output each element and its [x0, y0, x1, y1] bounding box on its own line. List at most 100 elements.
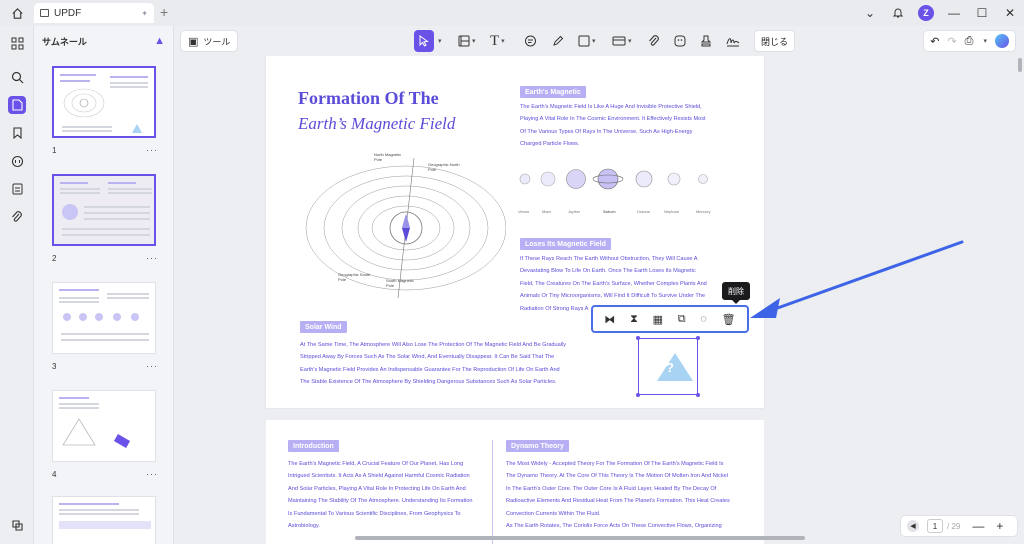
thumbnail-page-2[interactable] — [52, 174, 156, 246]
layers-icon[interactable] — [8, 516, 26, 534]
bookmark-icon[interactable] — [8, 124, 26, 142]
sticker-tool-button[interactable] — [674, 30, 686, 52]
image-edit-toolbar: ⧓ ⧗ ▦ ⧉ ◌ 🗑 — [591, 305, 749, 333]
thumbnail-page-5[interactable] — [52, 496, 156, 544]
thumbnail-more-button[interactable]: ··· — [146, 253, 158, 263]
shape-tool-button[interactable]: ▾ — [578, 30, 596, 52]
crop-icon[interactable]: ▦ — [653, 313, 663, 326]
horizontal-scrollbar[interactable] — [355, 536, 805, 540]
resize-handle[interactable] — [636, 393, 640, 397]
text-tool-button[interactable]: T ▾ — [490, 30, 505, 52]
save-icon[interactable]: ⎙ — [965, 35, 974, 48]
north-magnetic-pole-label: North Magnetic Pole — [374, 152, 402, 162]
stamp-tool-button[interactable] — [700, 30, 712, 52]
tools-button[interactable]: ▣ ツール — [180, 30, 239, 52]
stamp-icon — [700, 35, 712, 47]
page-title-line-2: Earth’s Magnetic Field — [298, 114, 456, 133]
tools-icon: ▣ — [188, 35, 199, 48]
dynamo-theory-paragraph: The Most Widely - Accepted Theory For Th… — [506, 461, 730, 530]
page-tool-button[interactable]: ▾ — [612, 30, 632, 52]
page-navigation: ◀ 1 / 29 — + — [900, 515, 1018, 537]
pdf-page-1: Formation Of The Earth’s Magnetic Field … — [266, 56, 764, 408]
account-button[interactable]: Z — [912, 0, 940, 26]
solar-wind-paragraph: At The Same Time, The Atmosphere Will Al… — [300, 342, 567, 386]
resize-handle[interactable] — [636, 336, 640, 340]
maximize-button[interactable]: ☐ — [968, 0, 996, 26]
resize-handle[interactable] — [696, 336, 700, 340]
page-title-line-1: Formation Of The — [298, 88, 439, 108]
pen-icon — [553, 35, 564, 46]
planet-label: Jupiter — [568, 209, 581, 214]
trash-icon[interactable]: 🗑 — [722, 313, 736, 326]
signature-icon — [726, 38, 740, 47]
introduction-heading: Introduction — [288, 440, 339, 452]
geographic-north-pole-label: Geographic North Pole — [428, 162, 460, 172]
comment-icon[interactable]: ◌ — [700, 313, 707, 325]
resize-handle[interactable] — [696, 393, 700, 397]
copy-icon[interactable]: ⧉ — [678, 313, 686, 326]
document-tab[interactable]: UPDF ✦ — [34, 3, 154, 23]
pin-icon[interactable]: ▲ — [154, 35, 165, 47]
close-window-button[interactable]: ✕ — [996, 0, 1024, 26]
thumbnail-more-button[interactable]: ··· — [146, 145, 158, 155]
planets-illustration — [519, 168, 708, 190]
loses-magnetic-field-heading: Loses Its Magnetic Field — [520, 238, 611, 250]
highlight-tool-button[interactable] — [552, 30, 564, 52]
thumbnail-panel: サムネール ▲ 1 ··· 2 ··· 3 ··· 4 ··· — [34, 26, 174, 544]
bell-icon[interactable] — [884, 0, 912, 26]
comment-list-icon[interactable] — [8, 152, 26, 170]
close-edit-button[interactable]: 閉じる — [754, 30, 796, 52]
planet-label: Mercury — [696, 209, 711, 214]
comment-tool-button[interactable] — [524, 30, 537, 52]
signature-tool-button[interactable] — [726, 30, 740, 52]
vertical-scrollbar[interactable] — [1016, 56, 1024, 544]
chevron-down-icon[interactable]: ▾ — [436, 30, 442, 52]
introduction-paragraph: The Earth's Magnetic Field, A Crucial Fe… — [288, 461, 473, 530]
edit-pdf-button[interactable]: ▾ — [458, 30, 476, 52]
attach-file-button[interactable] — [648, 30, 660, 52]
chevron-down-icon[interactable]: ▾ — [983, 37, 987, 45]
undo-icon[interactable]: ↶ — [930, 35, 939, 48]
thumbnail-more-button[interactable]: ··· — [146, 469, 158, 479]
apps-grid-icon[interactable] — [8, 34, 26, 52]
thumbnail-page-4[interactable] — [52, 390, 156, 462]
zoom-in-button[interactable]: + — [996, 519, 1003, 533]
right-toolbar-group: ↶ ↷ ⎙ ▾ — [923, 30, 1016, 52]
ai-assistant-icon[interactable] — [995, 34, 1009, 48]
tab-pin-icon[interactable]: ✦ — [141, 9, 148, 18]
new-tab-button[interactable]: + — [160, 4, 168, 20]
comment-icon — [525, 35, 536, 46]
search-icon[interactable] — [8, 68, 26, 86]
close-label: 閉じる — [761, 36, 789, 47]
selected-image[interactable]: ? — [636, 336, 700, 397]
thumbnail-number: 4 — [52, 470, 57, 479]
solar-wind-heading: Solar Wind — [300, 321, 347, 333]
paperclip-icon — [649, 34, 659, 46]
image-placeholder-icon — [657, 353, 693, 381]
previous-page-button[interactable]: ◀ — [907, 520, 919, 532]
thumbnail-view-icon[interactable] — [8, 96, 26, 114]
thumbnail-page-3[interactable] — [52, 282, 156, 354]
thumbnail-page-1[interactable] — [52, 66, 156, 138]
chevron-down-icon[interactable]: ⌄ — [856, 0, 884, 26]
annotation-arrow — [750, 240, 964, 318]
flip-horizontal-icon[interactable]: ⧓ — [604, 313, 615, 326]
main-toolbar: ▣ ツール ▾ ▾ T ▾ ▾ ▾ 閉じる ↶ ↷ ⎙ ▾ — [174, 26, 1024, 56]
panel-title: サムネール — [42, 36, 87, 47]
tab-title: UPDF — [54, 7, 82, 19]
page-number-input[interactable]: 1 — [927, 519, 943, 533]
attachment-icon[interactable] — [8, 208, 26, 226]
earths-magnetic-paragraph: The Earth's Magnetic Field Is Like A Hug… — [520, 104, 706, 148]
zoom-out-button[interactable]: — — [972, 519, 984, 533]
thumbnail-number: 3 — [52, 362, 57, 371]
planet-label: Saturn — [603, 209, 616, 214]
select-tool-button[interactable] — [414, 30, 434, 52]
thumbnail-more-button[interactable]: ··· — [146, 361, 158, 371]
pdf-page-2: Introduction The Earth's Magnetic Field,… — [266, 420, 764, 544]
thumbnail-panel-header: サムネール ▲ — [34, 26, 173, 56]
form-icon[interactable] — [8, 180, 26, 198]
home-button[interactable] — [0, 0, 34, 26]
flip-vertical-icon[interactable]: ⧗ — [630, 313, 638, 326]
redo-icon[interactable]: ↷ — [947, 35, 956, 48]
minimize-button[interactable]: — — [940, 0, 968, 26]
